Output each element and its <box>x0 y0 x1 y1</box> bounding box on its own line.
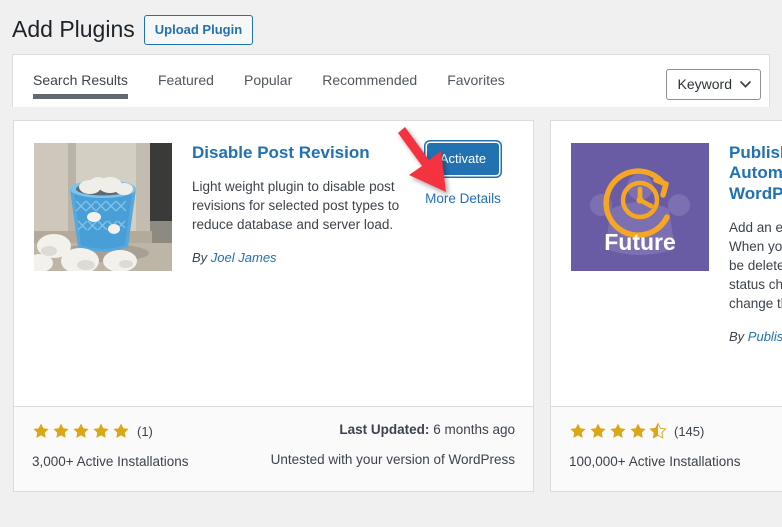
star-icon-full <box>113 423 129 438</box>
star-icon-full <box>630 423 646 438</box>
page-title: Add Plugins <box>12 15 135 42</box>
plugin-card-body: Future PublishPress Future: Automaticall… <box>551 121 782 407</box>
star-icon-full <box>610 423 626 438</box>
star-icon-full <box>590 423 606 438</box>
tab-recommended[interactable]: Recommended <box>322 72 417 99</box>
plugin-thumb-text: Future <box>604 229 676 255</box>
plugin-card-footer: (1) 3,000+ Active Installations Last Upd… <box>14 406 533 491</box>
last-updated-label: Last Updated: <box>339 422 430 437</box>
star-icon-full <box>570 423 586 438</box>
plugin-action-column: Activate More Details <box>413 143 513 206</box>
search-type-select[interactable]: Keyword <box>665 69 761 100</box>
last-updated-value: 6 months ago <box>429 422 515 437</box>
star-icon-full <box>53 423 69 438</box>
tab-popular[interactable]: Popular <box>244 72 292 99</box>
plugin-card-disable-post-revision: Disable Post Revision Light weight plugi… <box>13 120 534 492</box>
chevron-down-icon <box>740 80 751 88</box>
plugin-footer-right: Last Updated: 6 months ago Untested with… <box>271 421 515 491</box>
plugin-author-prefix: By <box>729 329 748 345</box>
last-updated: Last Updated: 6 months ago <box>271 421 515 439</box>
search-type-label: Keyword <box>677 76 732 92</box>
star-icon-full <box>33 423 49 438</box>
plugin-author: By Joel James <box>192 250 420 265</box>
star-icon-half <box>649 422 667 439</box>
star-icon-full <box>73 423 89 438</box>
compatibility-note: Untested with your version of WordPress <box>270 452 515 467</box>
activate-button[interactable]: Activate <box>426 143 500 175</box>
plugin-author-prefix: By <box>192 250 211 266</box>
rating-count: (1) <box>137 423 153 439</box>
tab-list: Search Results Featured Popular Recommen… <box>13 55 535 99</box>
rating-stars[interactable]: (145) <box>569 421 741 441</box>
plugin-author-link[interactable]: Joel James <box>211 250 277 265</box>
plugin-thumbnail-wastebasket[interactable] <box>34 143 172 271</box>
plugin-card-list: Disable Post Revision Light weight plugi… <box>13 120 782 492</box>
plugin-card-main: Disable Post Revision Light weight plugi… <box>192 143 513 407</box>
plugin-footer-left: (1) 3,000+ Active Installations <box>32 421 188 491</box>
plugin-name-link[interactable]: Disable Post Revision <box>192 143 422 163</box>
plugin-card-publishpress-future: Future PublishPress Future: Automaticall… <box>550 120 782 492</box>
plugin-name-link[interactable]: PublishPress Future: Automatically Unpub… <box>729 143 782 204</box>
plugin-card-main: PublishPress Future: Automatically Unpub… <box>729 143 782 407</box>
rating-stars[interactable]: (1) <box>32 421 188 441</box>
page-header: Add Plugins Upload Plugin <box>0 0 782 46</box>
tab-favorites[interactable]: Favorites <box>447 72 505 99</box>
plugin-footer-left: (145) 100,000+ Active Installations <box>569 421 741 491</box>
upload-plugin-button[interactable]: Upload Plugin <box>143 14 254 45</box>
plugin-card-body: Disable Post Revision Light weight plugi… <box>14 121 533 407</box>
rating-count: (145) <box>674 423 705 439</box>
plugin-thumbnail-future-logo[interactable]: Future <box>571 143 709 271</box>
plugin-author-link[interactable]: PublishPress <box>748 329 782 344</box>
plugin-description: Add an expiration date to posts. When yo… <box>729 220 782 312</box>
star-icon-full <box>93 423 109 438</box>
active-installs: 100,000+ Active Installations <box>569 454 741 469</box>
plugin-tab-bar: Search Results Featured Popular Recommen… <box>12 54 770 107</box>
tab-featured[interactable]: Featured <box>158 72 214 99</box>
active-installs: 3,000+ Active Installations <box>32 454 189 469</box>
plugin-card-footer: (145) 100,000+ Active Installations <box>551 406 782 491</box>
more-details-link[interactable]: More Details <box>413 191 513 206</box>
plugin-description: Light weight plugin to disable post revi… <box>192 179 400 233</box>
tab-search-results[interactable]: Search Results <box>33 72 128 99</box>
plugin-author: By PublishPress <box>729 329 782 344</box>
